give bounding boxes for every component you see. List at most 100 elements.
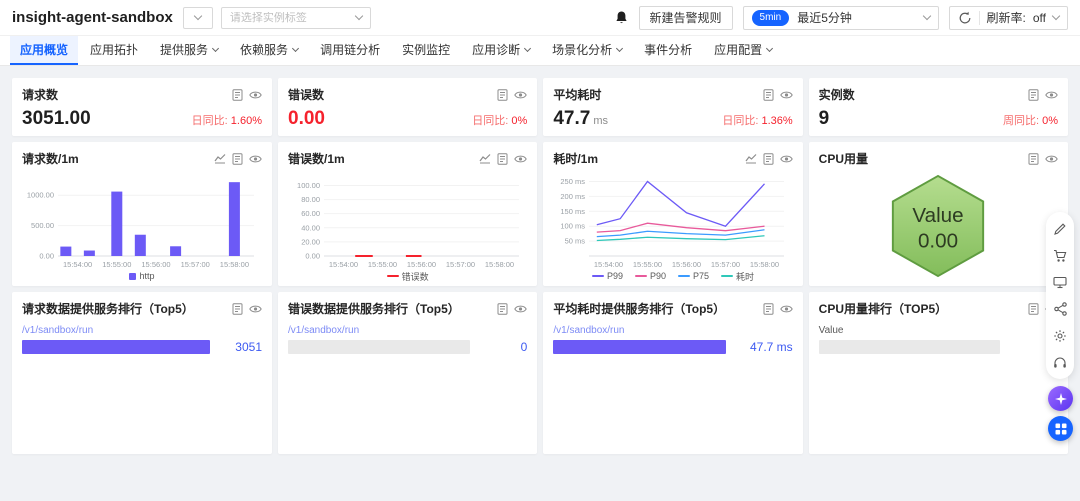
chart-card-errors-per-minute: 错误数/1m 0.0020.0040.0060.0080.00100.0015:… (278, 142, 537, 286)
stat-compare: 日同比: 1.36% (722, 112, 792, 128)
refresh-icon[interactable] (958, 11, 972, 25)
chart-card-latency-per-minute: 耗时/1m 50 ms100 ms150 ms200 ms250 ms15:54… (543, 142, 802, 286)
latency-line-chart: 50 ms100 ms150 ms200 ms250 ms15:54:0015:… (553, 169, 792, 269)
line-chart-icon[interactable] (214, 153, 226, 164)
rank-card-requests-top5: 请求数据提供服务排行（Top5） /v1/sandbox/run 3051 (12, 292, 272, 454)
rank-row: 0 (819, 340, 1058, 354)
card-title: 请求数 (22, 86, 58, 103)
instance-tag-input[interactable] (230, 12, 352, 24)
card-title: 平均耗时 (553, 86, 601, 103)
svg-text:1000.00: 1000.00 (27, 191, 54, 200)
eye-icon[interactable] (780, 90, 793, 100)
rank-value: 0 (483, 340, 527, 354)
refresh-rate-value[interactable]: off (1033, 11, 1046, 25)
rank-item-label: Value (819, 325, 1058, 336)
legend-item[interactable]: 错误数 (387, 270, 429, 283)
rank-bar-track (819, 340, 1006, 354)
legend-item[interactable]: P99 (592, 271, 623, 281)
report-icon[interactable] (497, 303, 508, 315)
legend-item[interactable]: http (129, 271, 154, 281)
eye-icon[interactable] (514, 304, 527, 314)
svg-text:500.00: 500.00 (31, 221, 54, 230)
svg-text:80.00: 80.00 (301, 195, 320, 204)
cart-icon[interactable] (1053, 249, 1068, 263)
rank-item-link[interactable]: /v1/sandbox/run (22, 325, 262, 336)
ai-assistant-button[interactable] (1048, 386, 1073, 411)
tab-dependency-services[interactable]: 依赖服务 (230, 36, 308, 65)
legend-item[interactable]: P90 (635, 271, 666, 281)
rank-bar-track (288, 340, 475, 354)
eye-icon[interactable] (1045, 154, 1058, 164)
svg-text:15:58:00: 15:58:00 (220, 260, 249, 269)
apps-grid-button[interactable] (1048, 416, 1073, 441)
app-switcher-dropdown[interactable] (183, 7, 213, 29)
eye-icon[interactable] (249, 154, 262, 164)
share-icon[interactable] (1054, 302, 1067, 316)
svg-text:15:54:00: 15:54:00 (63, 260, 92, 269)
report-icon[interactable] (1028, 303, 1039, 315)
line-chart-icon[interactable] (479, 153, 491, 164)
divider (979, 11, 980, 25)
rank-bar (553, 340, 725, 354)
line-chart-icon[interactable] (745, 153, 757, 164)
report-icon[interactable] (763, 153, 774, 165)
chart-card-requests-per-minute: 请求数/1m 0.00500.001000.0015:54:0015:55:00… (12, 142, 272, 286)
edit-icon[interactable] (1053, 222, 1067, 236)
tab-scenario-analysis[interactable]: 场景化分析 (542, 36, 632, 65)
report-icon[interactable] (1028, 89, 1039, 101)
tab-instance-monitoring[interactable]: 实例监控 (392, 36, 460, 65)
time-range-select[interactable]: 5min 最近5分钟 (743, 6, 939, 30)
chevron-down-icon (524, 44, 531, 51)
monitor-icon[interactable] (1053, 276, 1067, 289)
report-icon[interactable] (232, 153, 243, 165)
instance-tag-select[interactable] (221, 7, 371, 29)
rank-value: 3051 (218, 340, 262, 354)
report-icon[interactable] (497, 153, 508, 165)
tab-app-overview[interactable]: 应用概览 (10, 36, 78, 65)
eye-icon[interactable] (249, 304, 262, 314)
svg-text:15:56:00: 15:56:00 (407, 260, 436, 269)
report-icon[interactable] (497, 89, 508, 101)
svg-text:15:57:00: 15:57:00 (446, 260, 475, 269)
tab-app-config[interactable]: 应用配置 (704, 36, 782, 65)
rank-row: 0 (288, 340, 527, 354)
tab-app-topology[interactable]: 应用拓扑 (80, 36, 148, 65)
report-icon[interactable] (763, 89, 774, 101)
legend-item[interactable]: 耗时 (721, 270, 754, 283)
cpu-hexagon: Value 0.00 (885, 172, 991, 280)
report-icon[interactable] (232, 303, 243, 315)
report-icon[interactable] (763, 303, 774, 315)
tab-provided-services[interactable]: 提供服务 (150, 36, 228, 65)
report-icon[interactable] (232, 89, 243, 101)
eye-icon[interactable] (780, 154, 793, 164)
tab-label: 实例监控 (402, 41, 450, 58)
create-alert-rule-button[interactable]: 新建告警规则 (639, 6, 733, 30)
eye-icon[interactable] (1045, 90, 1058, 100)
chart-legend: P99 P90 P75 耗时 (553, 269, 792, 283)
tab-label: 调用链分析 (320, 41, 380, 58)
tab-trace-analysis[interactable]: 调用链分析 (310, 36, 390, 65)
rank-bar-track (553, 340, 740, 354)
eye-icon[interactable] (514, 154, 527, 164)
stat-value: 3051.00 (22, 109, 94, 128)
report-icon[interactable] (1028, 153, 1039, 165)
svg-text:50 ms: 50 ms (565, 237, 586, 246)
svg-text:15:55:00: 15:55:00 (368, 260, 397, 269)
headset-icon[interactable] (1053, 356, 1067, 369)
rank-card-latency-top5: 平均耗时提供服务排行（Top5） /v1/sandbox/run 47.7 ms (543, 292, 802, 454)
eye-icon[interactable] (514, 90, 527, 100)
eye-icon[interactable] (780, 304, 793, 314)
notification-bell-icon[interactable] (614, 10, 629, 26)
refresh-control: 刷新率: off (949, 6, 1068, 30)
tab-event-analysis[interactable]: 事件分析 (634, 36, 702, 65)
legend-item[interactable]: P75 (678, 271, 709, 281)
rank-item-link[interactable]: /v1/sandbox/run (288, 325, 527, 336)
gear-icon[interactable] (1053, 329, 1067, 343)
hexagon-label: Value (913, 204, 964, 227)
tab-label: 提供服务 (160, 41, 208, 58)
rank-item-link[interactable]: /v1/sandbox/run (553, 325, 792, 336)
svg-text:15:55:00: 15:55:00 (102, 260, 131, 269)
svg-text:60.00: 60.00 (301, 209, 320, 218)
tab-app-diagnosis[interactable]: 应用诊断 (462, 36, 540, 65)
eye-icon[interactable] (249, 90, 262, 100)
